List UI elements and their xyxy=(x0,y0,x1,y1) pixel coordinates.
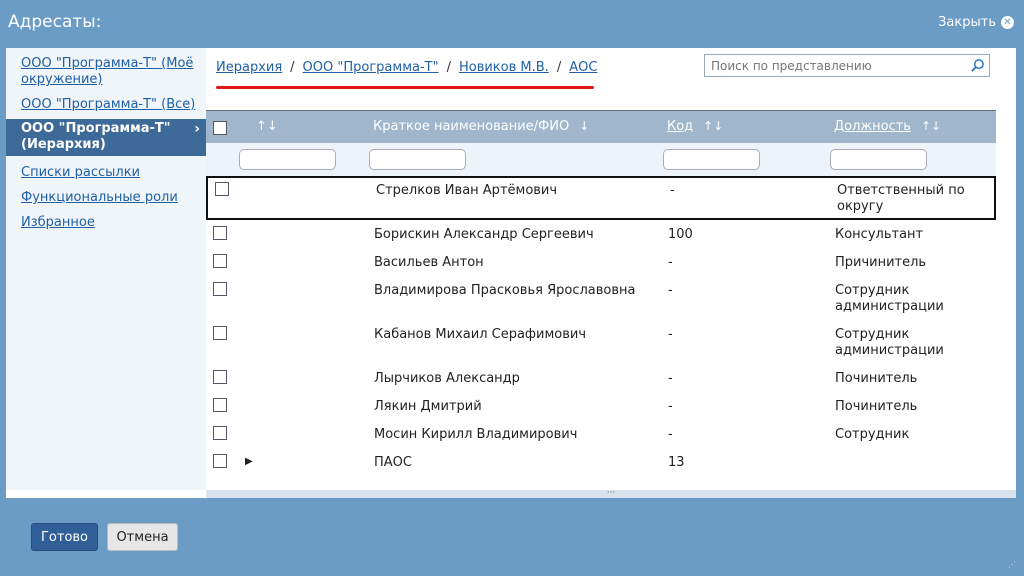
column-name-label: Краткое наименование/ФИО xyxy=(373,119,570,134)
search-box[interactable] xyxy=(704,54,990,77)
table-row[interactable]: Борискин Александр Сергеевич 100 Консуль… xyxy=(206,226,996,254)
sidebar-item-my-environment[interactable]: ООО "Программа-Т" (Моё окружение) xyxy=(6,56,206,88)
row-name: Васильев Антон xyxy=(374,255,484,270)
row-position: Починитель xyxy=(835,399,918,414)
row-code: - xyxy=(668,255,673,270)
row-name: Борискин Александр Сергеевич xyxy=(374,227,594,242)
highlight-underline xyxy=(216,86,594,89)
sidebar-item-favorites[interactable]: Избранное xyxy=(6,215,206,231)
main-panel: Иерархия / ООО "Программа-Т" / Новиков М.В. /… xyxy=(206,48,1016,490)
row-checkbox[interactable] xyxy=(213,454,227,468)
row-checkbox[interactable] xyxy=(213,226,227,240)
breadcrumb-separator: / xyxy=(446,60,451,75)
table-row[interactable]: Лырчиков Александр - Починитель xyxy=(206,370,996,398)
row-position: Сотрудник администрации xyxy=(835,283,944,314)
column-header-code[interactable]: Код ↑↓ xyxy=(667,119,723,134)
row-position: Сотрудник администрации xyxy=(835,327,944,358)
column-header-position[interactable]: Должность ↑↓ xyxy=(834,119,941,134)
row-code: 100 xyxy=(668,227,693,242)
breadcrumb-department[interactable]: АОС xyxy=(569,60,597,75)
splitter-handle[interactable]: ··· xyxy=(206,489,1016,498)
column-position-label: Должность xyxy=(834,119,911,134)
sidebar-item-label: ООО "Программа-Т" (Иерархия) xyxy=(21,121,171,152)
recipients-dialog: Адресаты: Закрыть ✕ ООО "Программа-Т" (М… xyxy=(0,0,1024,576)
row-name: Кабанов Михаил Серафимович xyxy=(374,327,587,342)
filter-row xyxy=(206,143,996,176)
filter-input-hierarchy[interactable] xyxy=(239,149,336,170)
breadcrumb-organization[interactable]: ООО "Программа-Т" xyxy=(303,60,439,75)
table-row[interactable]: Стрелков Иван Артёмович - Ответственный … xyxy=(206,176,996,220)
row-code: 13 xyxy=(668,455,685,470)
filter-input-position[interactable] xyxy=(830,149,927,170)
breadcrumb-separator: / xyxy=(290,60,295,75)
row-position: Сотрудник xyxy=(835,427,910,442)
breadcrumb: Иерархия / ООО "Программа-Т" / Новиков М.В. /… xyxy=(216,60,597,75)
row-position: Починитель xyxy=(835,371,918,386)
sidebar-item-all[interactable]: ООО "Программа-Т" (Все) xyxy=(6,97,206,113)
close-label: Закрыть xyxy=(938,15,996,30)
sort-icon[interactable]: ↑↓ xyxy=(921,119,941,133)
row-name: Лырчиков Александр xyxy=(374,371,520,386)
row-position: Причинитель xyxy=(835,255,927,270)
row-checkbox[interactable] xyxy=(213,398,227,412)
breadcrumb-hierarchy[interactable]: Иерархия xyxy=(216,60,282,75)
chevron-right-icon: › xyxy=(194,121,200,137)
column-header-name[interactable]: Краткое наименование/ФИО ↓ xyxy=(373,119,589,134)
sidebar: ООО "Программа-Т" (Моё окружение) ООО "П… xyxy=(6,48,206,490)
row-checkbox[interactable] xyxy=(213,254,227,268)
table-header: ↑↓ Краткое наименование/ФИО ↓ Код ↑↓ Должн… xyxy=(206,110,996,143)
expand-arrow-icon[interactable]: ▶ xyxy=(245,456,253,467)
sidebar-item-hierarchy[interactable]: ООО "Программа-Т" (Иерархия) › xyxy=(6,119,206,156)
table-row[interactable]: Кабанов Михаил Серафимович - Сотрудник а… xyxy=(206,326,996,370)
row-position: Консультант xyxy=(835,227,924,242)
cancel-button[interactable]: Отмена xyxy=(107,523,178,551)
row-code: - xyxy=(668,371,673,386)
table-row[interactable]: Мосин Кирилл Владимирович - Сотрудник xyxy=(206,426,996,454)
row-name: ПАОС xyxy=(374,455,412,470)
table-row[interactable]: Лякин Дмитрий - Починитель xyxy=(206,398,996,426)
row-checkbox[interactable] xyxy=(213,326,227,340)
sidebar-item-mailing-lists[interactable]: Списки рассылки xyxy=(6,165,206,181)
sidebar-item-functional-roles[interactable]: Функциональные роли xyxy=(6,190,206,206)
resize-grip-icon[interactable]: ⋰ xyxy=(1008,560,1018,570)
search-icon[interactable] xyxy=(970,58,985,73)
close-button[interactable]: Закрыть ✕ xyxy=(938,15,1014,30)
filter-input-code[interactable] xyxy=(663,149,760,170)
dialog-title: Адресаты: xyxy=(8,12,102,32)
row-name: Владимирова Прасковья Ярославовна xyxy=(374,283,636,298)
dialog-content: ООО "Программа-Т" (Моё окружение) ООО "П… xyxy=(6,48,1016,498)
row-checkbox[interactable] xyxy=(213,370,227,384)
row-position: Ответственный по округу xyxy=(837,183,965,214)
row-code: - xyxy=(668,283,673,298)
row-checkbox[interactable] xyxy=(213,282,227,296)
done-button[interactable]: Готово xyxy=(31,523,98,551)
row-code: - xyxy=(668,399,673,414)
breadcrumb-separator: / xyxy=(556,60,562,75)
row-checkbox[interactable] xyxy=(215,182,229,196)
row-name: Мосин Кирилл Владимирович xyxy=(374,427,578,442)
row-code: - xyxy=(668,427,673,442)
table-row[interactable]: Владимирова Прасковья Ярославовна - Сотр… xyxy=(206,282,996,326)
column-code-label: Код xyxy=(667,119,694,134)
search-input[interactable] xyxy=(705,55,955,76)
table-row[interactable]: ▶ ПАОС 13 xyxy=(206,454,996,482)
filter-input-name[interactable] xyxy=(369,149,466,170)
breadcrumb-person[interactable]: Новиков М.В. xyxy=(459,60,549,75)
sort-icon[interactable]: ↑↓ xyxy=(703,119,723,133)
dialog-titlebar: Адресаты: Закрыть ✕ xyxy=(0,0,1024,46)
close-icon[interactable]: ✕ xyxy=(1001,16,1014,29)
row-name: Стрелков Иван Артёмович xyxy=(376,183,558,198)
select-all-checkbox[interactable] xyxy=(213,121,227,135)
row-code: - xyxy=(670,183,675,198)
row-name: Лякин Дмитрий xyxy=(374,399,482,414)
row-checkbox[interactable] xyxy=(213,426,227,440)
sort-down-icon[interactable]: ↓ xyxy=(579,119,589,133)
row-code: - xyxy=(668,327,673,342)
table-row[interactable]: Васильев Антон - Причинитель xyxy=(206,254,996,282)
sort-icon[interactable]: ↑↓ xyxy=(256,119,278,134)
